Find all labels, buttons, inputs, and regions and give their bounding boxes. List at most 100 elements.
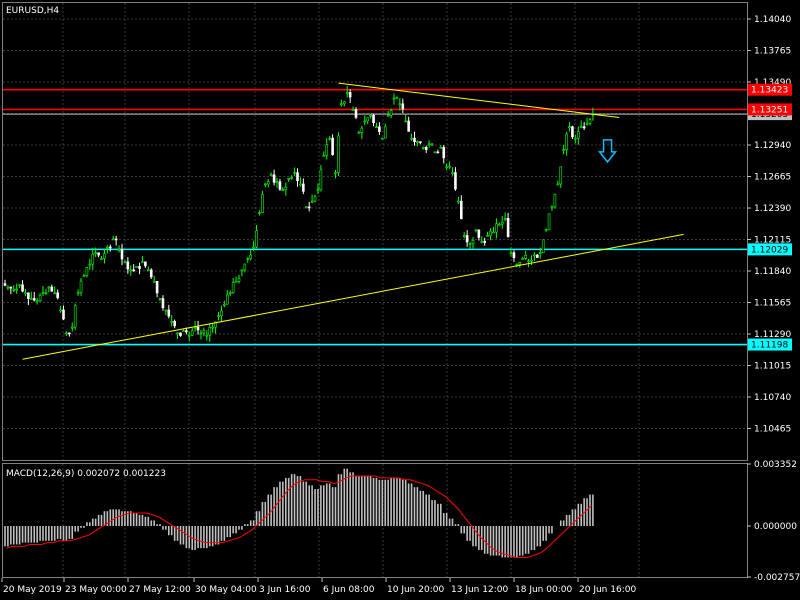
candle-body (68, 332, 71, 335)
candle-body (70, 326, 74, 329)
candle-body (249, 254, 252, 259)
candle-body (495, 223, 498, 233)
time-tick-label: 18 Jun 00:00 (515, 585, 572, 595)
candle-body (205, 334, 209, 337)
candle-body (149, 269, 153, 278)
candle-body (477, 229, 481, 238)
candle-body (439, 147, 443, 149)
macd-tick-label: 0.003352 (754, 460, 797, 470)
candle-body (132, 269, 135, 272)
time-tick-label: 10 Jun 20:00 (387, 585, 444, 595)
candle-body (47, 286, 51, 289)
candle-body (196, 326, 200, 331)
candle-body (369, 114, 372, 117)
candle-body (263, 183, 267, 186)
candle-body (24, 292, 27, 295)
candle-body (413, 137, 416, 143)
price-tag-label: 1.13423 (751, 86, 788, 96)
candle-body (533, 254, 536, 257)
time-tick-label: 30 May 04:00 (195, 585, 257, 595)
candle-body (202, 330, 206, 334)
candle-body (59, 309, 62, 312)
price-tick-label: 1.12940 (754, 141, 791, 151)
time-tick-label: 13 Jun 12:00 (451, 585, 508, 595)
price-tick-label: 1.11290 (754, 330, 791, 340)
candle-body (223, 303, 226, 306)
candle-body (340, 103, 343, 106)
candle-body (483, 240, 487, 243)
time-tick-label: 27 May 12:00 (129, 585, 191, 595)
candle-body (430, 143, 434, 146)
price-tick-label: 1.11015 (754, 362, 791, 372)
candle-body (448, 165, 451, 168)
candle-body (29, 298, 33, 300)
candle-body (489, 230, 492, 236)
candle (304, 206, 308, 209)
candle-body (135, 266, 138, 268)
candle-body (465, 235, 469, 243)
price-chart[interactable]: 1.140401.137651.134901.132151.129401.126… (0, 0, 800, 600)
price-tick-label: 1.11565 (754, 299, 791, 309)
candle-body (562, 149, 565, 151)
candle-body (536, 254, 539, 258)
candle-body (337, 135, 340, 173)
candle-body (322, 155, 326, 157)
candle-body (553, 194, 557, 208)
candle-body (421, 147, 425, 149)
price-tick-label: 1.11840 (754, 267, 791, 277)
price-tag-label: 1.11198 (751, 341, 788, 351)
candle-body (404, 120, 408, 123)
candle-body (9, 286, 13, 289)
candle-body (304, 206, 308, 209)
candle-body (468, 243, 472, 245)
candle-body (407, 120, 410, 132)
candle-body (410, 137, 413, 140)
candle-body (454, 172, 457, 190)
candle-body (120, 248, 124, 260)
candle-body (97, 252, 100, 256)
macd-tick-label: -0.002757 (754, 573, 800, 583)
candle-body (173, 321, 176, 327)
candle-body (170, 321, 173, 323)
candle-body (21, 284, 24, 292)
candle-body (427, 143, 431, 146)
candle-body (386, 114, 390, 117)
candle-body (73, 305, 77, 328)
candle-body (398, 103, 402, 106)
candle-body (32, 298, 36, 301)
candle-body (325, 144, 329, 156)
candle-body (106, 246, 109, 249)
candle-body (492, 231, 495, 234)
candle-body (433, 151, 437, 154)
candle-body (392, 97, 396, 100)
candle-body (345, 92, 349, 94)
candle-body (117, 248, 121, 251)
candle-body (579, 126, 583, 128)
price-tag-label: 1.13251 (751, 105, 788, 115)
candle-body (187, 334, 191, 337)
candle-body (100, 258, 103, 260)
candle-body (27, 292, 30, 299)
candle-body (114, 238, 118, 241)
candle-body (261, 194, 264, 213)
candle-body (503, 218, 507, 220)
candle (541, 239, 545, 253)
candle-body (185, 330, 188, 333)
candle-body (307, 206, 311, 209)
candle-body (62, 309, 65, 320)
candle-body (500, 221, 504, 225)
candle-body (571, 126, 574, 138)
candle-body (380, 137, 384, 140)
candle-body (527, 260, 530, 263)
candle-body (354, 109, 358, 118)
candle-body (237, 278, 241, 282)
candle-body (556, 183, 560, 186)
candle-body (550, 206, 554, 209)
candle-body (228, 292, 232, 295)
candle-body (65, 332, 68, 335)
candle (337, 132, 340, 177)
candle-body (442, 147, 446, 159)
candle-body (290, 177, 293, 179)
candle-body (541, 239, 545, 253)
candle-body (299, 183, 302, 186)
